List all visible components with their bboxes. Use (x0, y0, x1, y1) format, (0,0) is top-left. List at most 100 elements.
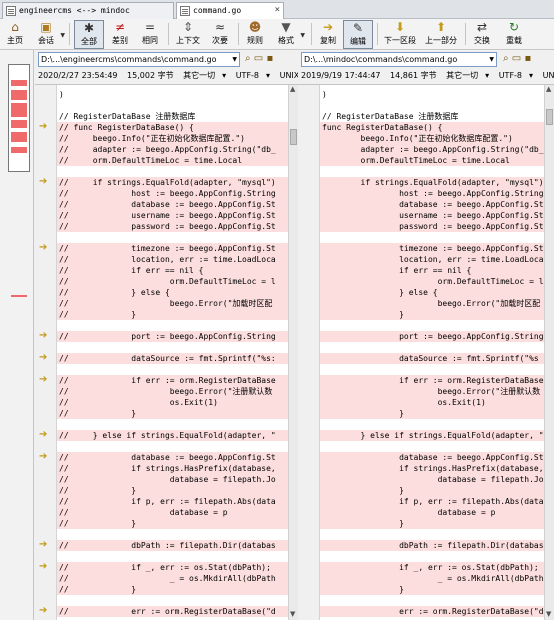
code-line[interactable]: } (298, 408, 544, 419)
left-vertical-scrollbar[interactable]: ▲ ▼ (288, 85, 298, 620)
left-path-field[interactable]: D:\...\engineercms\commands\command.go ▼ (38, 52, 240, 67)
code-line[interactable]: host := beego.AppConfig.String (298, 188, 544, 199)
code-line[interactable]: beego.Error("注册默认数 (298, 386, 544, 397)
code-line[interactable] (298, 100, 544, 111)
code-line[interactable]: dataSource := fmt.Sprintf("%s (298, 353, 544, 364)
save-icon[interactable]: ▪ (266, 53, 273, 64)
tab-session[interactable]: engineercms <--> mindoc (2, 2, 174, 19)
close-icon[interactable]: × (275, 5, 280, 15)
code-line[interactable]: // if strings.HasPrefix(database, (35, 463, 288, 474)
code-line[interactable]: ➔ // func RegisterDataBase() { (35, 121, 288, 133)
copy-arrow-icon[interactable]: ➔ (39, 561, 47, 572)
code-line[interactable] (35, 166, 288, 177)
session-button[interactable]: ▣ 会话 ▼ (33, 20, 65, 49)
code-line[interactable]: // } (35, 584, 288, 595)
code-line[interactable]: _ = os.MkdirAll(dbPath (298, 573, 544, 584)
copy-arrow-icon[interactable]: ➔ (39, 605, 47, 616)
copy-arrow-icon[interactable]: ➔ (39, 121, 47, 132)
code-line[interactable]: username := beego.AppConfig.St (298, 210, 544, 221)
right-code-pane[interactable]: ) // RegisterDataBase 注册数据库 func RegisterD… (298, 85, 544, 620)
left-eol[interactable]: UNIX (280, 71, 300, 80)
code-line[interactable]: ➔ // err := orm.RegisterDataBase("d (35, 605, 288, 617)
code-line[interactable] (298, 342, 544, 353)
code-line[interactable]: } (298, 584, 544, 595)
code-line[interactable]: ➔ // dataSource := fmt.Sprintf("%s: (35, 352, 288, 364)
code-line[interactable]: func RegisterDataBase() { (298, 122, 544, 133)
code-line[interactable]: // } else { (35, 287, 288, 298)
code-line[interactable]: // adapter := beego.AppConfig.String("db… (35, 144, 288, 155)
context-button[interactable]: ⇕ 上下文 (172, 20, 204, 49)
same-button[interactable]: = 相同 (136, 20, 164, 49)
code-line[interactable]: // location, err := time.LoadLoca (35, 254, 288, 265)
left-mode[interactable]: 其它一切 ▾ (183, 71, 226, 80)
code-line[interactable] (35, 342, 288, 353)
code-line[interactable]: ➔ // } else if strings.EqualFold(adapter,… (35, 429, 288, 441)
copy-arrow-icon[interactable]: ➔ (39, 242, 47, 253)
edit-button[interactable]: ✎ 编辑 (343, 20, 373, 49)
folder-icon[interactable]: ▭ (512, 53, 521, 64)
code-line[interactable]: err := orm.RegisterDataBase("d (298, 606, 544, 617)
code-line[interactable]: password := beego.AppConfig.St (298, 221, 544, 232)
chevron-down-icon[interactable]: ▼ (232, 53, 237, 66)
code-line[interactable] (35, 529, 288, 540)
code-line[interactable]: timezone := beego.AppConfig.St (298, 243, 544, 254)
code-line[interactable] (35, 232, 288, 243)
copy-arrow-icon[interactable]: ➔ (39, 352, 47, 363)
scroll-up-icon[interactable]: ▲ (546, 85, 551, 93)
search-icon[interactable]: ⌕ (503, 53, 509, 64)
right-eol[interactable]: UNIX (543, 71, 554, 80)
code-line[interactable] (298, 364, 544, 375)
code-line[interactable] (35, 364, 288, 375)
copy-arrow-icon[interactable]: ➔ (39, 176, 47, 187)
code-line[interactable]: os.Exit(1) (298, 397, 544, 408)
code-line[interactable]: if strings.HasPrefix(database, (298, 463, 544, 474)
code-line[interactable]: database = p (298, 507, 544, 518)
code-line[interactable]: if err == nil { (298, 265, 544, 276)
code-line[interactable] (298, 419, 544, 430)
code-line[interactable]: if strings.EqualFold(adapter, "mysql") (298, 177, 544, 188)
code-line[interactable]: if err := orm.RegisterDataBase (298, 375, 544, 386)
code-line[interactable]: // orm.DefaultTimeLoc = l (35, 276, 288, 287)
copy-arrow-icon[interactable]: ➔ (39, 374, 47, 385)
code-line[interactable]: // } (35, 408, 288, 419)
right-mode[interactable]: 其它一切 ▾ (446, 71, 489, 80)
all-button[interactable]: ✱ 全部 (74, 20, 104, 49)
code-line[interactable]: ) (298, 89, 544, 100)
code-line[interactable]: ➔ // database := beego.AppConfig.St (35, 451, 288, 463)
code-line[interactable]: database := beego.AppConfig.St (298, 199, 544, 210)
code-line[interactable]: ➔ // if strings.EqualFold(adapter, "mysql… (35, 176, 288, 188)
code-line[interactable]: location, err := time.LoadLoca (298, 254, 544, 265)
code-line[interactable] (298, 232, 544, 243)
code-line[interactable]: ➔ // port := beego.AppConfig.String (35, 330, 288, 342)
scroll-down-icon[interactable]: ▼ (290, 610, 295, 618)
code-line[interactable]: // RegisterDataBase 注册数据库 (298, 111, 544, 122)
code-line[interactable]: // if err == nil { (35, 265, 288, 276)
copy-arrow-icon[interactable]: ➔ (39, 429, 47, 440)
code-line[interactable]: beego.Error("加载时区配 (298, 298, 544, 309)
code-line[interactable]: // } (35, 518, 288, 529)
code-line[interactable] (35, 441, 288, 452)
right-path-field[interactable]: D:\...\mindoc\commands\command.go ▼ (301, 52, 497, 67)
copy-arrow-icon[interactable]: ➔ (39, 539, 47, 550)
save-icon[interactable]: ▪ (524, 53, 531, 64)
code-line[interactable]: beego.Info("正在初始化数据库配置.") (298, 133, 544, 144)
code-line[interactable]: } else if strings.EqualFold(adapter, " (298, 430, 544, 441)
left-encoding[interactable]: UTF-8 ▾ (236, 71, 270, 80)
search-icon[interactable]: ⌕ (245, 53, 251, 64)
diff-overview[interactable] (0, 50, 34, 620)
code-line[interactable]: ) (35, 89, 288, 100)
code-line[interactable]: // username := beego.AppConfig.St (35, 210, 288, 221)
left-scroll-thumb[interactable] (290, 129, 297, 145)
code-line[interactable]: database := beego.AppConfig.St (298, 452, 544, 463)
code-line[interactable] (298, 320, 544, 331)
code-line[interactable]: ➔ // if err := orm.RegisterDataBase (35, 374, 288, 386)
code-line[interactable]: // } (35, 309, 288, 320)
code-line[interactable] (298, 595, 544, 606)
code-line[interactable]: // beego.Error("注册默认数 (35, 386, 288, 397)
code-line[interactable]: // orm.DefaultTimeLoc = time.Local (35, 155, 288, 166)
left-code-pane[interactable]: ) // RegisterDataBase 注册数据库 ➔ // func Regis… (35, 85, 288, 620)
code-line[interactable]: // database := beego.AppConfig.St (35, 199, 288, 210)
code-line[interactable]: // database = filepath.Jo (35, 474, 288, 485)
code-line[interactable] (35, 100, 288, 111)
right-encoding[interactable]: UTF-8 ▾ (499, 71, 533, 80)
